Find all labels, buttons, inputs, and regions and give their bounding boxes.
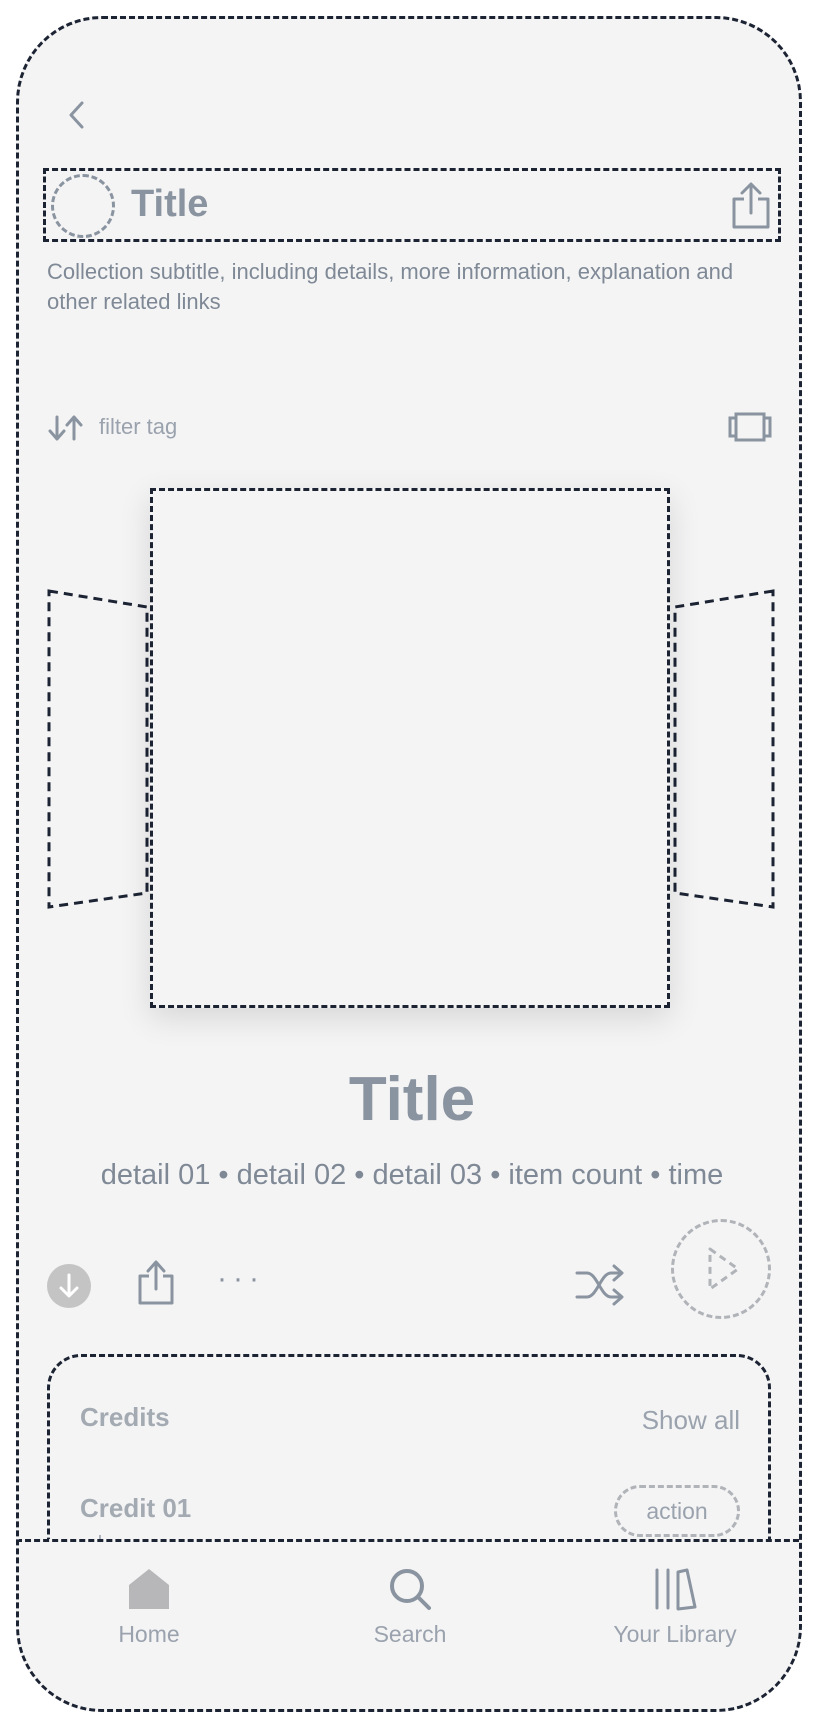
tab-home[interactable]: Home <box>49 1542 249 1662</box>
phone-frame: Title Collection subtitle, including det… <box>16 16 802 1712</box>
download-icon <box>59 1273 79 1298</box>
more-icon[interactable]: ··· <box>217 1264 265 1294</box>
sort-button[interactable] <box>47 413 85 443</box>
collection-subtitle: Collection subtitle, including details, … <box>47 259 734 314</box>
header-title-row: Title <box>43 168 781 242</box>
download-button[interactable] <box>47 1264 91 1308</box>
filter-tag[interactable]: filter tag <box>99 414 177 440</box>
library-icon <box>655 1568 697 1611</box>
credit-name: Credit 01 <box>80 1493 192 1523</box>
credits-heading: Credits <box>80 1402 170 1432</box>
item-title: Title <box>348 1065 476 1134</box>
tab-search-label: Search <box>373 1621 447 1647</box>
show-all-link[interactable]: Show all <box>642 1405 740 1436</box>
search-icon <box>390 1569 431 1610</box>
avatar[interactable] <box>51 174 115 238</box>
tab-library[interactable]: Your Library <box>575 1542 775 1662</box>
shuffle-icon <box>575 1264 624 1306</box>
cover-art[interactable] <box>150 488 670 1008</box>
share-button[interactable] <box>136 1259 176 1307</box>
bottom-tab-bar: Home Search Your Library <box>19 1539 799 1709</box>
chevron-left-icon <box>69 101 84 129</box>
item-details: detail 01 • detail 02 • detail 03 • item… <box>100 1159 724 1191</box>
home-icon <box>129 1569 169 1609</box>
play-button[interactable] <box>671 1219 771 1319</box>
share-icon <box>138 1260 174 1305</box>
back-button[interactable] <box>57 95 97 135</box>
page-title: Title <box>131 183 209 225</box>
tab-library-label: Your Library <box>613 1621 737 1647</box>
credit-action-button[interactable]: action <box>614 1485 740 1537</box>
play-icon <box>708 1247 740 1291</box>
carousel-view-icon <box>728 412 772 442</box>
header-share-button[interactable] <box>728 181 774 231</box>
view-toggle-button[interactable] <box>727 411 773 443</box>
tab-search[interactable]: Search <box>310 1542 510 1662</box>
tab-home-label: Home <box>118 1621 180 1647</box>
shuffle-button[interactable] <box>575 1263 625 1307</box>
share-icon <box>732 182 770 229</box>
sort-arrows-icon <box>48 415 83 441</box>
